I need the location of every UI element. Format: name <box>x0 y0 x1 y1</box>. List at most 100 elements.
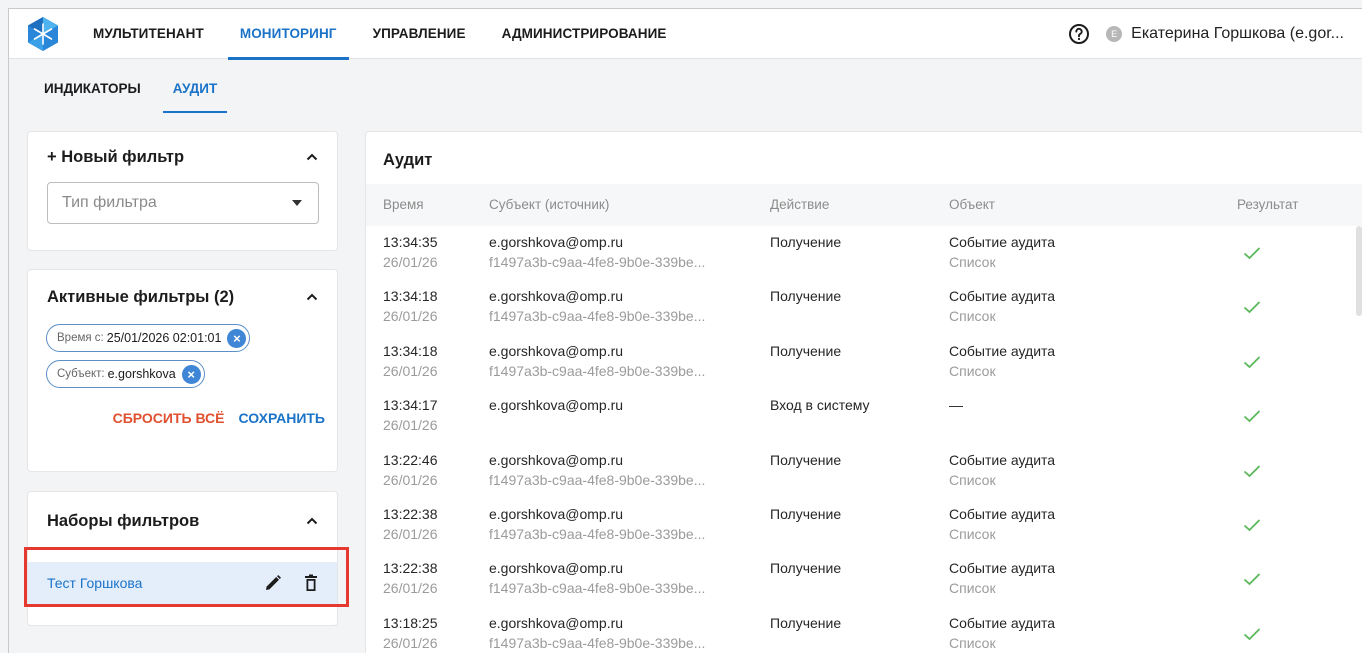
app-logo-icon[interactable] <box>25 16 61 52</box>
audit-table-card: Аудит Время Субъект (источник) Действие … <box>365 131 1362 653</box>
success-check-icon <box>1243 410 1261 423</box>
filter-set-name[interactable]: Тест Горшкова <box>47 575 142 591</box>
chip-value: e.gorshkova <box>107 367 176 381</box>
cell-source: f1497a3b-c9aa-4fe8-9b0e-339be... <box>489 580 706 597</box>
nav-monitoring[interactable]: МОНИТОРИНГ <box>227 9 349 60</box>
user-area: E Екатерина Горшкова (e.gor... <box>1068 23 1344 45</box>
reset-all-button[interactable]: СБРОСИТЬ ВСЁ <box>113 410 225 426</box>
cell-object: Событие аудита <box>949 614 1056 631</box>
help-icon[interactable] <box>1068 23 1090 45</box>
cell-source: f1497a3b-c9aa-4fe8-9b0e-339be... <box>489 362 706 379</box>
cell-date: 26/01/26 <box>383 526 438 542</box>
tab-audit[interactable]: АУДИТ <box>162 60 227 116</box>
scrollbar[interactable] <box>1356 226 1362 316</box>
success-check-icon <box>1243 573 1261 586</box>
column-header-result[interactable]: Результат <box>1237 197 1298 212</box>
cell-object: — <box>949 397 963 414</box>
cell-object-sub: Список <box>949 526 996 542</box>
table-row[interactable]: 13:18:25 26/01/26 e.gorshkova@omp.ru f1497a… <box>366 607 1362 653</box>
cell-time: 13:34:17 <box>383 397 438 414</box>
cell-date: 26/01/26 <box>383 417 438 434</box>
audit-title: Аудит <box>383 151 433 169</box>
cell-action: Получение <box>770 451 842 468</box>
cell-date: 26/01/26 <box>383 362 438 379</box>
active-filters-panel: Активные фильтры (2) Время с: 25/01/2026… <box>27 269 338 472</box>
cell-action: Получение <box>770 288 842 305</box>
nav-management[interactable]: УПРАВЛЕНИЕ <box>373 9 466 59</box>
cell-time: 13:34:18 <box>383 342 438 359</box>
cell-object-sub: Список <box>949 308 996 325</box>
cell-time: 13:22:38 <box>383 560 438 577</box>
cell-time: 13:22:46 <box>383 451 438 468</box>
app-window: МУЛЬТИТЕНАНТ МОНИТОРИНГ УПРАВЛЕНИЕ АДМИН… <box>8 8 1362 653</box>
sub-tabs: ИНДИКАТОРЫ АУДИТ <box>9 60 1362 116</box>
success-check-icon <box>1243 356 1261 369</box>
column-header-subject[interactable]: Субъект (источник) <box>489 197 609 212</box>
filter-type-placeholder: Тип фильтра <box>62 194 157 211</box>
table-row[interactable]: 13:34:18 26/01/26 e.gorshkova@omp.ru f1497a… <box>366 280 1362 334</box>
cell-date: 26/01/26 <box>383 634 438 651</box>
edit-pencil-icon[interactable] <box>263 573 283 593</box>
filter-set-item[interactable]: Тест Горшкова <box>28 562 337 604</box>
cell-date: 26/01/26 <box>383 471 438 488</box>
cell-object: Событие аудита <box>949 506 1056 522</box>
success-check-icon <box>1243 464 1261 477</box>
table-row[interactable]: 13:34:35 26/01/26 e.gorshkova@omp.ru f1497a… <box>366 226 1362 280</box>
delete-trash-icon[interactable] <box>301 573 321 593</box>
success-check-icon <box>1243 247 1261 260</box>
cell-source: f1497a3b-c9aa-4fe8-9b0e-339be... <box>489 471 706 488</box>
active-filters-title: Активные фильтры (2) <box>47 287 235 306</box>
cell-action: Получение <box>770 342 842 359</box>
success-check-icon <box>1243 301 1261 314</box>
chip-key: Время с: <box>57 332 104 344</box>
filter-type-select[interactable]: Тип фильтра <box>47 182 319 224</box>
column-header-object[interactable]: Объект <box>949 197 995 212</box>
cell-date: 26/01/26 <box>383 580 438 597</box>
table-row[interactable]: 13:22:46 26/01/26 e.gorshkova@omp.ru f1497a… <box>366 444 1362 498</box>
cell-time: 13:34:18 <box>383 288 438 305</box>
cell-subject: e.gorshkova@omp.ru <box>489 397 624 414</box>
cell-subject: e.gorshkova@omp.ru <box>489 234 624 250</box>
chevron-up-icon[interactable] <box>305 290 319 304</box>
new-filter-panel: + Новый фильтр Тип фильтра <box>27 131 338 251</box>
cell-action: Получение <box>770 506 842 522</box>
cell-source: f1497a3b-c9aa-4fe8-9b0e-339be... <box>489 634 706 651</box>
nav-administration[interactable]: АДМИНИСТРИРОВАНИЕ <box>502 9 667 59</box>
cell-date: 26/01/26 <box>383 254 438 270</box>
cell-action: Получение <box>770 560 842 577</box>
chip-key: Субъект: <box>57 368 105 380</box>
table-row[interactable]: 13:34:18 26/01/26 e.gorshkova@omp.ru f1497a… <box>366 335 1362 389</box>
cell-source: f1497a3b-c9aa-4fe8-9b0e-339be... <box>489 526 706 542</box>
user-name[interactable]: Екатерина Горшкова (e.gor... <box>1131 25 1344 43</box>
table-row[interactable]: 13:34:17 26/01/26 e.gorshkova@omp.ru Вход в… <box>366 389 1362 443</box>
cell-time: 13:18:25 <box>383 614 438 631</box>
cell-object: Событие аудита <box>949 451 1056 468</box>
save-button[interactable]: СОХРАНИТЬ <box>239 410 325 426</box>
cell-source: f1497a3b-c9aa-4fe8-9b0e-339be... <box>489 308 706 325</box>
cell-object-sub: Список <box>949 634 996 651</box>
avatar[interactable]: E <box>1106 25 1123 42</box>
chevron-up-icon[interactable] <box>305 150 319 164</box>
new-filter-title[interactable]: + Новый фильтр <box>47 148 184 167</box>
cell-subject: e.gorshkova@omp.ru <box>489 288 624 305</box>
cell-action: Вход в систему <box>770 397 870 414</box>
cell-action: Получение <box>770 614 842 631</box>
table-row[interactable]: 13:22:38 26/01/26 e.gorshkova@omp.ru f1497a… <box>366 552 1362 606</box>
remove-chip-icon[interactable]: × <box>181 364 201 384</box>
tab-indicators[interactable]: ИНДИКАТОРЫ <box>44 60 141 116</box>
nav-multitenant[interactable]: МУЛЬТИТЕНАНТ <box>93 9 204 59</box>
cell-object: Событие аудита <box>949 288 1056 305</box>
success-check-icon <box>1243 628 1261 641</box>
cell-time: 13:22:38 <box>383 506 438 522</box>
cell-object-sub: Список <box>949 254 996 270</box>
cell-subject: e.gorshkova@omp.ru <box>489 342 624 359</box>
remove-chip-icon[interactable]: × <box>227 328 247 348</box>
table-row[interactable]: 13:22:38 26/01/26 e.gorshkova@omp.ru f1497a… <box>366 498 1362 552</box>
dropdown-caret-icon <box>292 200 302 206</box>
column-header-time[interactable]: Время <box>383 197 424 212</box>
top-navigation: МУЛЬТИТЕНАНТ МОНИТОРИНГ УПРАВЛЕНИЕ АДМИН… <box>9 9 1362 60</box>
column-header-action[interactable]: Действие <box>770 197 829 212</box>
filter-sets-panel: Наборы фильтров Тест Горшкова <box>27 491 338 626</box>
chevron-up-icon[interactable] <box>305 514 319 528</box>
cell-object-sub: Список <box>949 362 996 379</box>
